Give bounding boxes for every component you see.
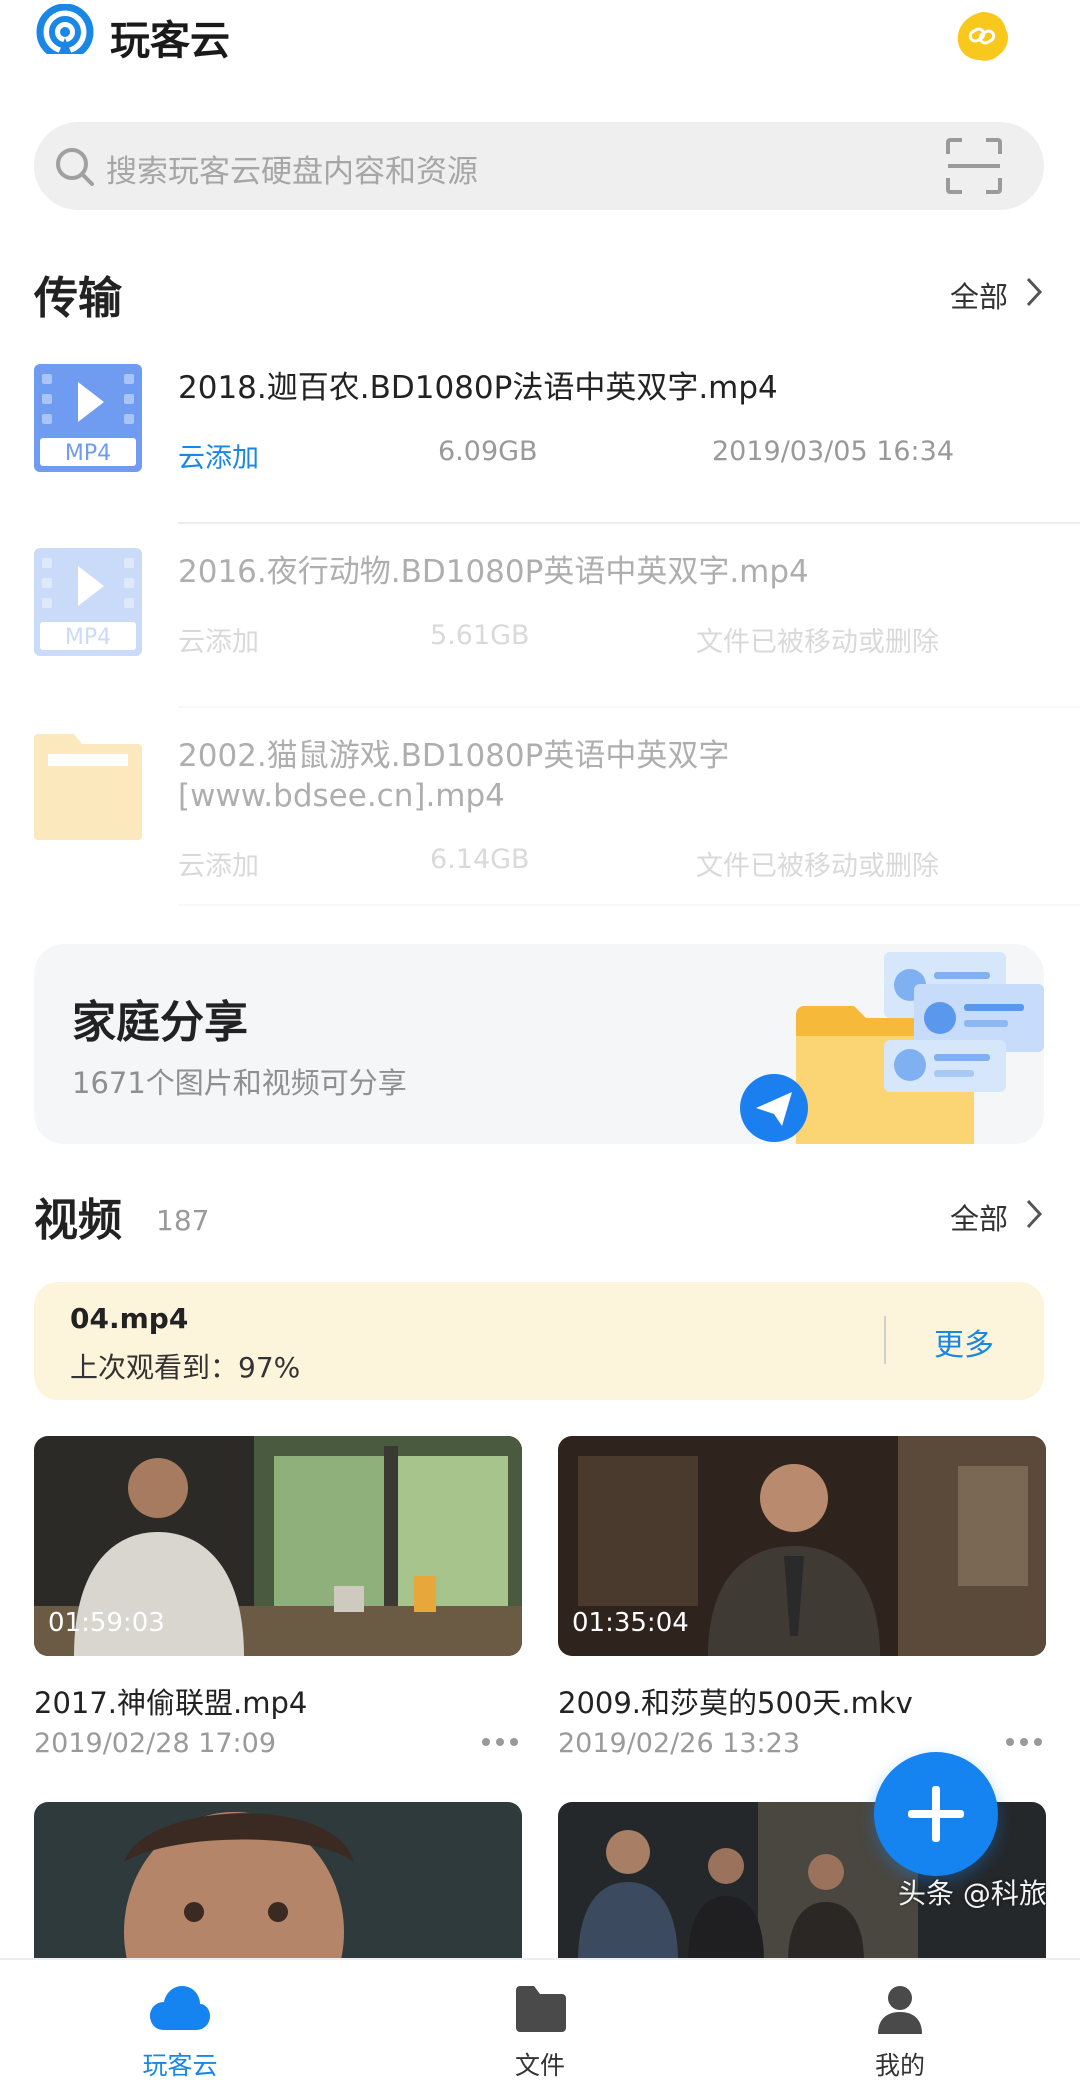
video-duration: 01:35:04: [572, 1608, 689, 1638]
family-share-card[interactable]: 家庭分享 1671个图片和视频可分享: [34, 944, 1044, 1144]
file-type-label: MP4: [65, 441, 111, 466]
resume-file-name: 04.mp4: [70, 1302, 189, 1335]
app-header: 玩客云: [0, 0, 1080, 90]
more-options-icon[interactable]: [1002, 1728, 1046, 1756]
divider: [178, 522, 1080, 524]
family-share-subtitle: 1671个图片和视频可分享: [72, 1066, 407, 1100]
nav-label: 文件: [514, 2051, 565, 2080]
videos-count: 187: [156, 1204, 210, 1237]
search-bar[interactable]: 搜索玩客云硬盘内容和资源: [34, 122, 1044, 210]
search-input[interactable]: 搜索玩客云硬盘内容和资源: [106, 146, 478, 191]
cloud-icon: [150, 1986, 210, 2030]
transfer-file-name: 2016.夜行动物.BD1080P英语中英双字.mp4: [178, 554, 809, 590]
nav-label: 我的: [874, 2051, 925, 2080]
mp4-file-icon: MP4: [34, 548, 142, 656]
video-card[interactable]: 01:59:03 2017.神偷联盟.mp4 2019/02/28 17:09: [34, 1436, 522, 1766]
transfer-file-name-cont: [www.bdsee.cn].mp4: [178, 778, 505, 814]
app-title: 玩客云: [110, 18, 230, 64]
search-icon: [56, 148, 94, 186]
transfer-file-name: 2002.猫鼠游戏.BD1080P英语中英双字: [178, 738, 730, 774]
transfer-item[interactable]: 2002.猫鼠游戏.BD1080P英语中英双字 [www.bdsee.cn].m…: [0, 732, 1080, 906]
family-share-title: 家庭分享: [72, 997, 248, 1048]
transfer-item[interactable]: MP4 2016.夜行动物.BD1080P英语中英双字.mp4 云添加 5.61…: [0, 548, 1080, 708]
transfer-status: 文件已被移动或删除: [696, 851, 939, 882]
transfer-size: 6.09GB: [438, 436, 538, 467]
transfer-size: 6.14GB: [430, 844, 530, 875]
wankeyun-logo-icon: [36, 4, 94, 66]
video-thumbnail[interactable]: 01:35:04: [558, 1436, 1046, 1656]
file-type-label: MP4: [65, 625, 111, 650]
folder-icon: [516, 1986, 566, 2032]
video-title: 2009.和莎莫的500天.mkv: [558, 1686, 913, 1720]
home-screen: 玩客云 搜索玩客云硬盘内容和资源 传输 全部 MP4 2018.迦百农.BD10…: [0, 0, 1080, 2082]
video-title: 2017.神偷联盟.mp4: [34, 1686, 308, 1720]
more-button[interactable]: 更多: [934, 1320, 994, 1364]
nav-label: 玩客云: [142, 2051, 218, 2080]
transfer-all-link[interactable]: 全部: [950, 274, 1008, 316]
profile-icon: [878, 1986, 922, 2034]
folder-icon: [34, 734, 142, 840]
nav-item-files[interactable]: 文件: [440, 1960, 640, 2082]
family-share-illustration: [740, 952, 1044, 1144]
video-thumbnail[interactable]: 01:59:03: [34, 1436, 522, 1656]
add-button[interactable]: [874, 1752, 998, 1876]
transfer-status: 2019/03/05 16:34: [712, 436, 955, 467]
watermark: 头条 @科旅: [898, 1877, 1047, 1910]
resume-playback-banner[interactable]: 04.mp4 上次观看到：97% 更多: [34, 1282, 1044, 1400]
chevron-right-icon[interactable]: [1024, 1198, 1044, 1230]
nav-item-home[interactable]: 玩客云: [80, 1960, 280, 2082]
bottom-navigation: 玩客云 文件 我的: [0, 1958, 1080, 2082]
transfer-title: 传输: [34, 273, 122, 324]
divider: [178, 706, 1080, 708]
video-duration: 01:59:03: [48, 1608, 165, 1638]
transfer-file-name: 2018.迦百农.BD1080P法语中英双字.mp4: [178, 370, 778, 406]
divider: [884, 1316, 886, 1364]
video-card[interactable]: [34, 1802, 522, 1962]
mp4-file-icon: MP4: [34, 364, 142, 472]
transfer-size: 5.61GB: [430, 620, 530, 651]
videos-all-link[interactable]: 全部: [950, 1196, 1008, 1238]
more-options-icon[interactable]: [478, 1728, 522, 1756]
chevron-right-icon[interactable]: [1024, 276, 1044, 308]
transfer-source: 云添加: [178, 627, 259, 658]
plus-icon: [908, 1786, 964, 1842]
video-thumbnail[interactable]: [34, 1802, 522, 1962]
video-date: 2019/02/26 13:23: [558, 1728, 801, 1759]
video-date: 2019/02/28 17:09: [34, 1728, 277, 1759]
transfer-source: 云添加: [178, 851, 259, 882]
transfer-status: 文件已被移动或删除: [696, 627, 939, 658]
video-card[interactable]: 01:35:04 2009.和莎莫的500天.mkv 2019/02/26 13…: [558, 1436, 1046, 1766]
scan-icon[interactable]: [944, 136, 1004, 196]
transfer-source: 云添加: [178, 443, 259, 474]
link-badge-icon[interactable]: [954, 8, 1010, 64]
resume-progress: 上次观看到：97%: [70, 1351, 301, 1384]
divider: [178, 904, 1080, 906]
videos-title: 视频: [34, 1195, 122, 1246]
transfer-item[interactable]: MP4 2018.迦百农.BD1080P法语中英双字.mp4 云添加 6.09G…: [0, 364, 1080, 524]
nav-item-profile[interactable]: 我的: [800, 1960, 1000, 2082]
